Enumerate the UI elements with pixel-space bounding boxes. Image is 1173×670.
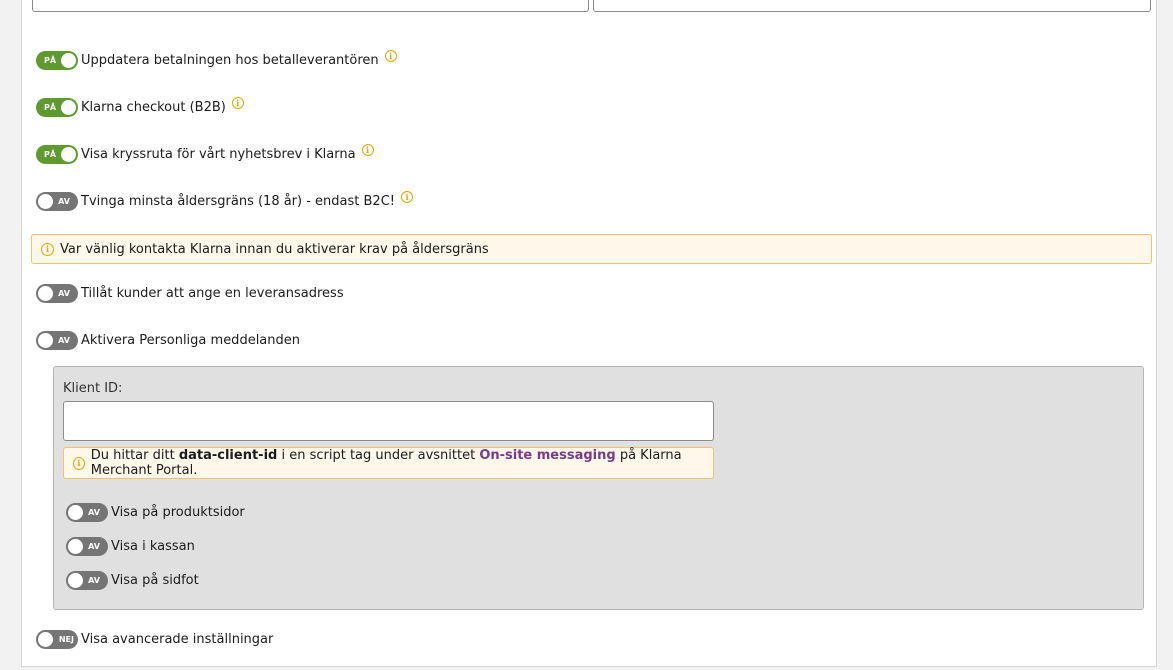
personal-messages-label: Aktivera Personliga meddelanden — [81, 332, 300, 348]
toggle-state: AV — [58, 288, 70, 298]
settings-panel: PÅ Uppdatera betalningen hos betallevera… — [21, 0, 1157, 667]
setting-product-pages: AV Visa på produktsidor — [66, 501, 245, 523]
age-limit-toggle[interactable]: AV — [36, 191, 78, 211]
delivery-address-toggle[interactable]: AV — [36, 283, 78, 303]
setting-personal-messages: AV Aktivera Personliga meddelanden — [36, 329, 300, 351]
setting-advanced: NEJ Visa avancerade inställningar — [36, 628, 273, 650]
toggle-knob — [38, 631, 53, 647]
info-circle-icon: i — [41, 242, 54, 256]
toggle-state: AV — [88, 575, 100, 585]
setting-checkout: AV Visa i kassan — [66, 535, 195, 557]
delivery-address-label: Tillåt kunder att ange en leveransadress — [81, 285, 344, 301]
toggle-knob — [68, 572, 83, 588]
klarna-b2b-label: Klarna checkout (B2B) — [81, 99, 226, 115]
checkout-toggle[interactable]: AV — [66, 536, 108, 556]
toggle-state: AV — [58, 196, 70, 206]
client-id-hint: i Du hittar ditt data-client-id i en scr… — [63, 447, 714, 479]
toggle-knob — [38, 193, 53, 209]
toggle-state: AV — [88, 541, 100, 551]
setting-footer: AV Visa på sidfot — [66, 569, 199, 591]
checkout-label: Visa i kassan — [111, 538, 195, 554]
info-circle-icon[interactable]: i — [384, 50, 397, 62]
product-pages-toggle[interactable]: AV — [66, 502, 108, 522]
top-input-right[interactable] — [593, 0, 1151, 12]
newsletter-label: Visa kryssruta för vårt nyhetsbrev i Kla… — [81, 146, 356, 162]
setting-update-payment: PÅ Uppdatera betalningen hos betallevera… — [36, 49, 397, 71]
toggle-knob — [61, 99, 76, 115]
toggle-state: PÅ — [44, 55, 57, 65]
setting-delivery-address: AV Tillåt kunder att ange en leveransadr… — [36, 282, 344, 304]
toggle-state: NEJ — [58, 634, 74, 644]
toggle-state: AV — [88, 507, 100, 517]
toggle-knob — [68, 504, 83, 520]
hint-middle: i en script tag under avsnittet — [277, 448, 480, 463]
toggle-knob — [61, 52, 76, 68]
toggle-knob — [61, 146, 76, 162]
messaging-settings-box: Klient ID: i Du hittar ditt data-client-… — [53, 366, 1144, 610]
hint-text: Du hittar ditt data-client-id i en scrip… — [91, 448, 713, 478]
setting-newsletter: PÅ Visa kryssruta för vårt nyhetsbrev i … — [36, 143, 374, 165]
toggle-knob — [68, 538, 83, 554]
age-limit-alert: i Var vänlig kontakta Klarna innan du ak… — [31, 234, 1152, 264]
product-pages-label: Visa på produktsidor — [111, 504, 245, 520]
footer-toggle[interactable]: AV — [66, 570, 108, 590]
advanced-toggle[interactable]: NEJ — [36, 629, 78, 649]
hint-bold: data-client-id — [178, 448, 278, 463]
age-limit-label: Tvinga minsta åldersgräns (18 år) - enda… — [81, 193, 395, 209]
newsletter-toggle[interactable]: PÅ — [36, 144, 78, 164]
info-circle-icon[interactable]: i — [231, 97, 244, 109]
toggle-state: PÅ — [44, 102, 57, 112]
info-circle-icon: i — [73, 456, 85, 470]
info-circle-icon[interactable]: i — [401, 191, 413, 203]
age-alert-text: Var vänlig kontakta Klarna innan du akti… — [60, 241, 489, 257]
update-payment-toggle[interactable]: PÅ — [36, 50, 78, 70]
hint-prefix: Du hittar ditt — [90, 448, 179, 463]
toggle-knob — [38, 332, 53, 348]
on-site-messaging-link[interactable]: On-site messaging — [479, 448, 615, 463]
client-id-input[interactable] — [63, 401, 714, 441]
info-circle-icon[interactable]: i — [361, 144, 374, 156]
setting-age-limit: AV Tvinga minsta åldersgräns (18 år) - e… — [36, 190, 413, 212]
advanced-label: Visa avancerade inställningar — [81, 631, 274, 647]
footer-label: Visa på sidfot — [111, 572, 199, 588]
toggle-state: AV — [58, 335, 70, 345]
klarna-b2b-toggle[interactable]: PÅ — [36, 97, 78, 117]
setting-klarna-b2b: PÅ Klarna checkout (B2B) i — [36, 96, 244, 118]
update-payment-label: Uppdatera betalningen hos betalleverantö… — [81, 52, 379, 68]
client-id-label: Klient ID: — [63, 381, 123, 396]
toggle-knob — [38, 285, 53, 301]
personal-messages-toggle[interactable]: AV — [36, 330, 78, 350]
top-input-left[interactable] — [32, 0, 589, 12]
toggle-state: PÅ — [44, 149, 57, 159]
